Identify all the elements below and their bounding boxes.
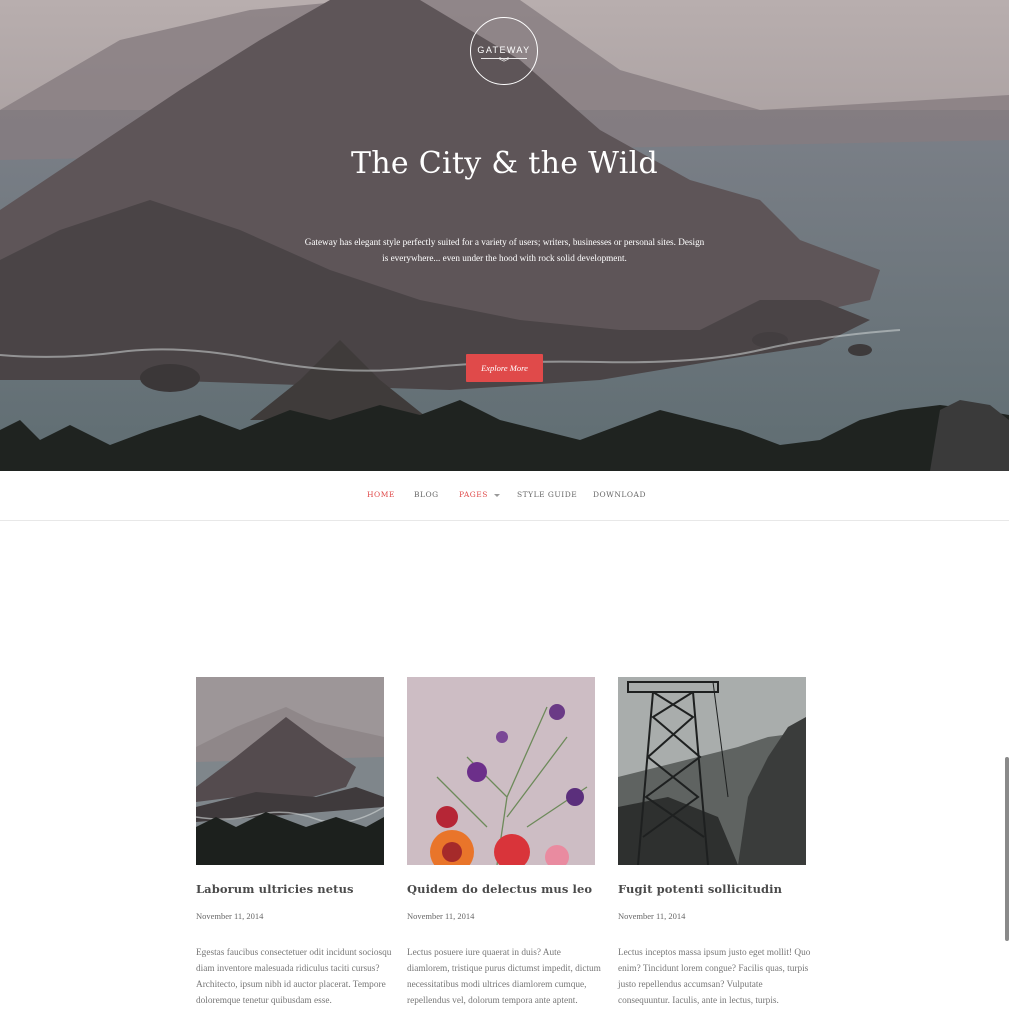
post-excerpt: Egestas faucibus consectetuer odit incid… bbox=[196, 948, 392, 1006]
hero-description: Gateway has elegant style perfectly suit… bbox=[304, 237, 705, 263]
main-navigation: Home Blog Pages Style Guide Download bbox=[0, 471, 1009, 521]
post-excerpt: Lectus inceptos massa ipsum justo eget m… bbox=[618, 948, 811, 1006]
post-card: Quidem do delectus mus leo November 11, … bbox=[407, 677, 601, 1009]
nav-item-pages[interactable]: Pages bbox=[459, 490, 500, 499]
post-date: November 11, 2014 bbox=[618, 911, 686, 921]
nav-item-style-guide[interactable]: Style Guide bbox=[517, 490, 577, 499]
explore-more-button[interactable]: Explore More bbox=[466, 354, 543, 382]
post-date: November 11, 2014 bbox=[407, 911, 475, 921]
post-thumbnail-tower[interactable] bbox=[618, 677, 806, 865]
logo-text: GATEWAY bbox=[477, 45, 531, 55]
caret-down-icon bbox=[493, 493, 500, 497]
post-card: Laborum ultricies netus November 11, 201… bbox=[196, 677, 391, 1009]
post-excerpt: Lectus posuere iure quaerat in duis? Aut… bbox=[407, 948, 601, 1006]
gateway-logo[interactable]: GATEWAY ︾ bbox=[470, 17, 538, 85]
scrollbar-thumb[interactable] bbox=[1005, 757, 1009, 941]
post-thumbnail-flowers[interactable] bbox=[407, 677, 595, 865]
post-thumbnail-mountain[interactable] bbox=[196, 677, 384, 865]
post-date: November 11, 2014 bbox=[196, 911, 264, 921]
post-title[interactable]: Laborum ultricies netus bbox=[196, 882, 384, 896]
nav-item-pages-label: Pages bbox=[459, 490, 488, 499]
nav-item-home[interactable]: Home bbox=[367, 490, 395, 499]
post-card: Fugit potenti sollicitudin November 11, … bbox=[618, 677, 810, 1009]
post-title[interactable]: Quidem do delectus mus leo bbox=[407, 882, 595, 896]
nav-item-download[interactable]: Download bbox=[593, 490, 646, 499]
double-chevron-down-icon: ︾ bbox=[499, 58, 509, 69]
post-title[interactable]: Fugit potenti sollicitudin bbox=[618, 882, 806, 896]
hero-banner: GATEWAY ︾ The City & the Wild Gateway ha… bbox=[0, 0, 1009, 471]
hero-title: The City & the Wild bbox=[350, 146, 659, 181]
nav-item-blog[interactable]: Blog bbox=[414, 490, 439, 499]
